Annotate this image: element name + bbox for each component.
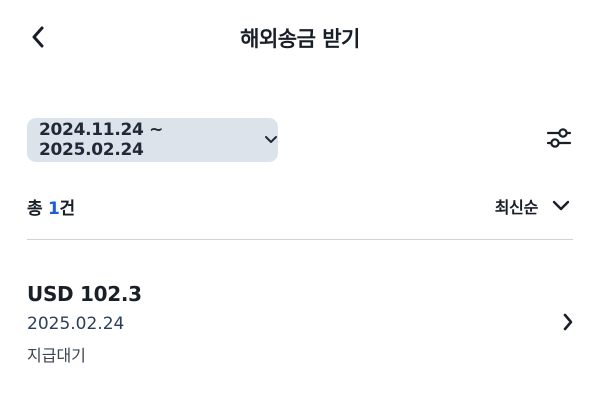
divider (27, 239, 573, 240)
chevron-down-icon (264, 135, 278, 145)
top-app-bar: 해외송금 받기 (0, 0, 600, 78)
date-range-selector[interactable]: 2024.11.24 ~ 2025.02.24 (27, 118, 278, 162)
chevron-right-icon (559, 312, 577, 332)
transaction-date: 2025.02.24 (27, 314, 125, 334)
filter-sliders-icon (546, 126, 572, 154)
chevron-down-icon (552, 200, 570, 212)
transaction-list-item[interactable]: USD 102.3 2025.02.24 지급대기 (27, 278, 580, 374)
result-count: 총 1건 (27, 196, 75, 222)
filter-button[interactable] (545, 126, 573, 154)
result-count-number: 1 (47, 199, 60, 219)
sort-dropdown[interactable]: 최신순 (495, 194, 570, 218)
page-title: 해외송금 받기 (240, 27, 360, 51)
date-range-label: 2024.11.24 ~ 2025.02.24 (39, 120, 164, 160)
result-count-prefix: 총 (27, 199, 48, 219)
result-count-suffix: 건 (59, 199, 76, 219)
transaction-amount: USD 102.3 (27, 282, 142, 306)
transaction-status: 지급대기 (27, 346, 86, 365)
sort-label: 최신순 (494, 198, 539, 217)
